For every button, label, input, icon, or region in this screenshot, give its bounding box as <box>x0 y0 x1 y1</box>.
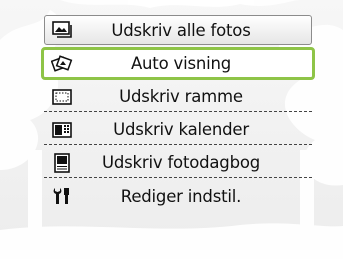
menu-item-print-frame[interactable]: Udskriv ramme <box>44 82 312 112</box>
menu-item-print-calendar[interactable]: Udskriv kalender <box>44 115 312 145</box>
menu-item-print-photo-diary[interactable]: Udskriv fotodagbog <box>44 148 312 178</box>
menu-item-edit-settings[interactable]: Rediger indstil. <box>44 181 312 211</box>
menu-item-print-all-photos[interactable]: Udskriv alle fotos <box>44 15 312 45</box>
menu-item-label: Udskriv alle fotos <box>111 20 251 40</box>
menu-item-label: Auto visning <box>130 54 232 73</box>
main-menu: Udskriv alle fotos Auto visning Udskriv … <box>41 15 315 214</box>
slideshow-icon <box>48 53 76 75</box>
calendar-icon <box>48 119 76 141</box>
menu-item-label: Udskriv kalender <box>113 120 249 139</box>
menu-item-auto-slideshow[interactable]: Auto visning <box>41 47 315 80</box>
print-all-photos-icon <box>49 19 77 41</box>
menu-item-label: Udskriv fotodagbog <box>101 153 261 172</box>
frame-icon <box>48 86 76 108</box>
settings-tools-icon <box>48 185 76 207</box>
print-menu-screen: Udskriv alle fotos Auto visning Udskriv … <box>0 0 343 259</box>
menu-item-label: Udskriv ramme <box>119 87 243 106</box>
menu-item-label: Rediger indstil. <box>120 186 242 206</box>
photo-diary-icon <box>48 152 76 174</box>
